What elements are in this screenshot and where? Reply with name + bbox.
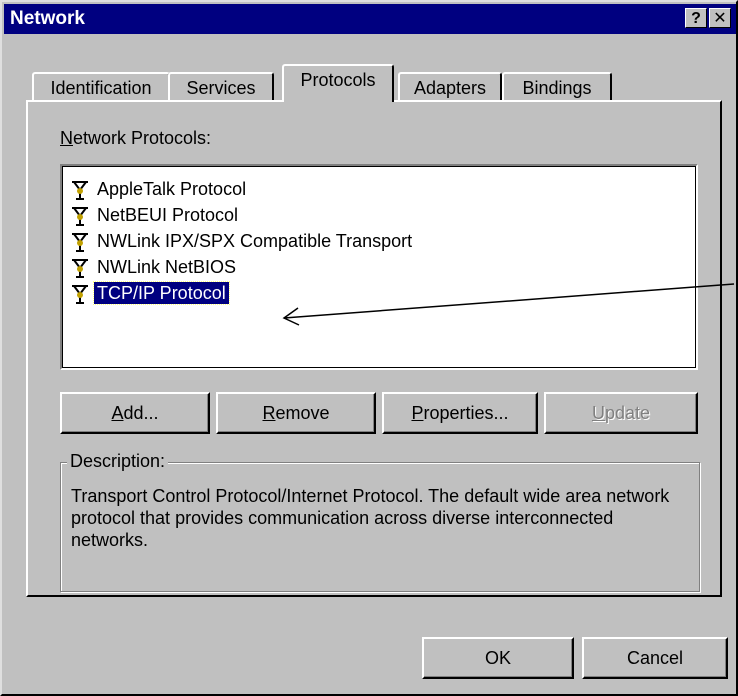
- network-protocol-icon: [70, 205, 90, 227]
- protocols-list[interactable]: AppleTalk Protocol NetBEUI Protocol NWLi…: [60, 164, 698, 370]
- close-button[interactable]: ✕: [709, 8, 731, 28]
- list-item-appletalk[interactable]: AppleTalk Protocol: [70, 176, 249, 202]
- ok-button[interactable]: OK: [422, 637, 574, 679]
- description-group: Description: Transport Control Protocol/…: [60, 451, 700, 592]
- window-title: Network: [10, 8, 85, 29]
- list-item-netbeui[interactable]: NetBEUI Protocol: [70, 202, 241, 228]
- cancel-button[interactable]: Cancel: [582, 637, 728, 679]
- list-item-nwlink-ipx-spx[interactable]: NWLink IPX/SPX Compatible Transport: [70, 228, 415, 254]
- network-protocols-label: Network Protocols:: [60, 128, 212, 148]
- tab-protocols[interactable]: Protocols: [282, 64, 394, 102]
- description-label: Description:: [67, 451, 169, 472]
- list-item-nwlink-netbios[interactable]: NWLink NetBIOS: [70, 254, 239, 280]
- network-protocol-icon: [70, 283, 90, 305]
- protocols-panel: Network Protocols: AppleTalk Protocol Ne…: [26, 100, 722, 597]
- network-protocol-icon: [70, 179, 90, 201]
- add-button[interactable]: Add...: [60, 392, 210, 434]
- network-dialog: Network ? ✕ Identification Services Prot…: [0, 0, 738, 696]
- description-text: Transport Control Protocol/Internet Prot…: [71, 486, 670, 550]
- remove-button[interactable]: Remove: [216, 392, 376, 434]
- network-protocol-icon: [70, 231, 90, 253]
- list-item-tcp-ip[interactable]: TCP/IP Protocol: [70, 280, 230, 306]
- properties-button[interactable]: Properties...: [382, 392, 538, 434]
- network-protocol-icon: [70, 257, 90, 279]
- help-button[interactable]: ?: [685, 8, 707, 28]
- update-button[interactable]: Update: [544, 392, 698, 434]
- title-bar[interactable]: Network ? ✕: [4, 4, 736, 34]
